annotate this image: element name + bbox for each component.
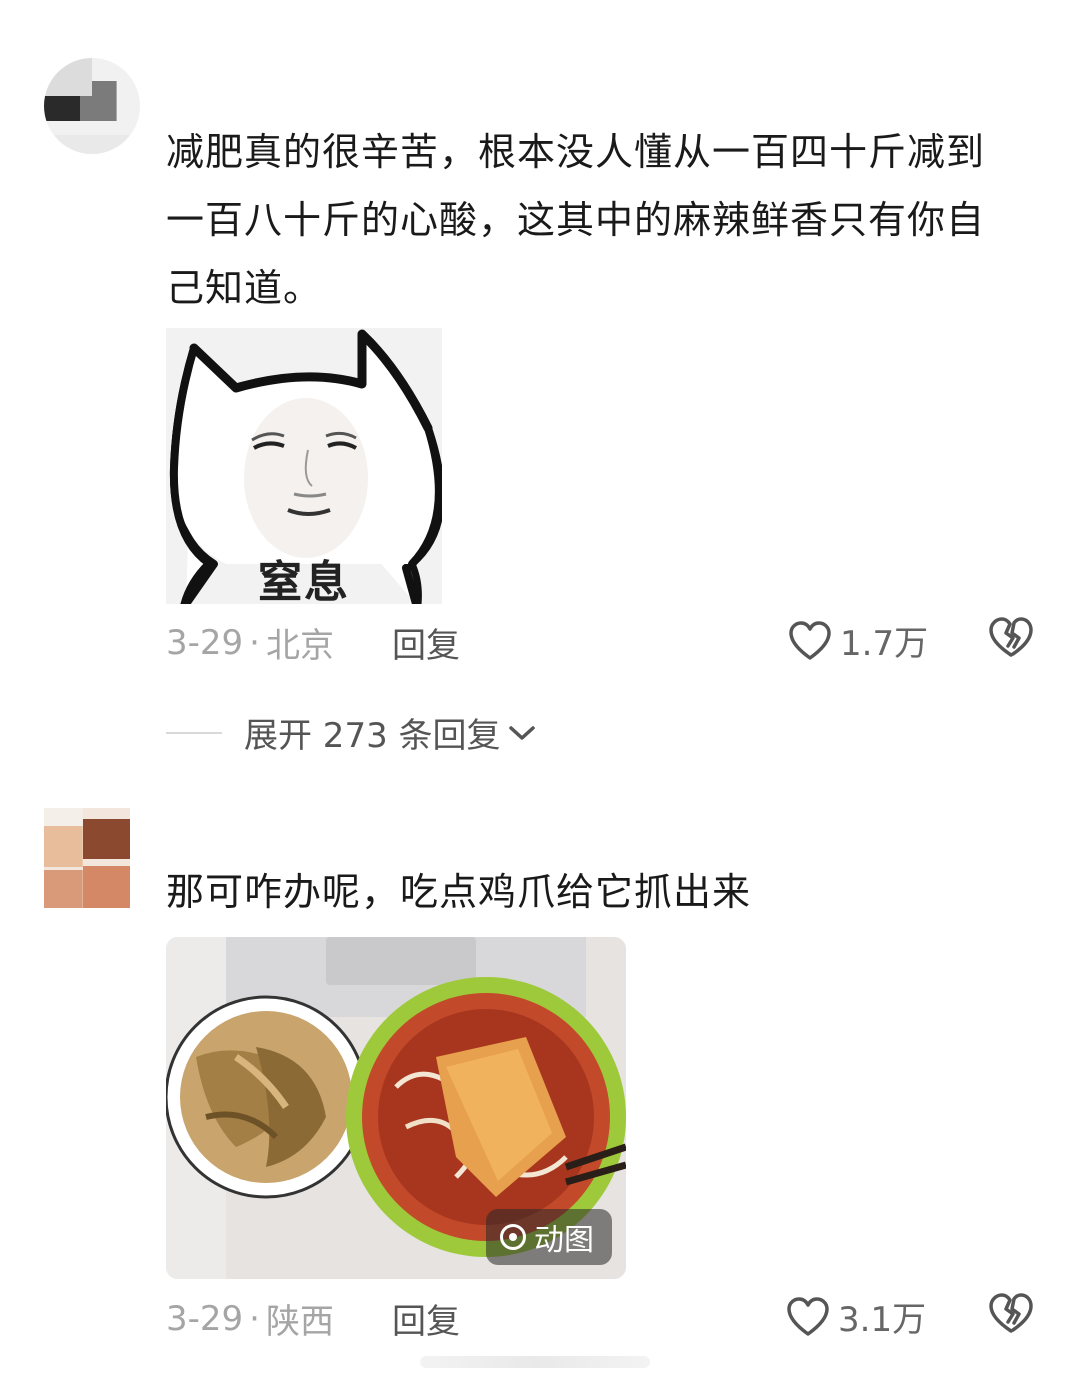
truncated-content-bar — [420, 1356, 650, 1368]
like-button[interactable]: 1.7万 — [788, 616, 928, 665]
comment-text: 减肥真的很辛苦，根本没人懂从一百四十斤减到 一百八十斤的心酸，这其中的麻辣鲜香只… — [166, 118, 1046, 322]
comment-date: 3-29 — [166, 622, 244, 663]
gif-badge-label: 动图 — [534, 1223, 594, 1258]
like-count: 1.7万 — [840, 624, 929, 664]
dislike-button[interactable] — [988, 1292, 1034, 1338]
expand-replies-button[interactable]: 展开 273 条回复 — [244, 708, 537, 757]
comment-text-line: 减肥真的很辛苦，根本没人懂从一百四十斤减到 — [166, 130, 986, 174]
heart-icon — [789, 620, 831, 660]
gif-badge: 动图 — [486, 1209, 612, 1265]
dislike-button[interactable] — [988, 616, 1034, 662]
comment-location: 陕西 — [265, 1302, 334, 1342]
meta-separator-dot: · — [249, 1298, 260, 1339]
meta-separator-dot: · — [249, 622, 260, 663]
broken-heart-icon — [989, 617, 1033, 657]
meme-caption: 窒息 — [258, 557, 350, 604]
broken-heart-icon — [989, 1293, 1033, 1333]
comment-text-line: 那可咋办呢，吃点鸡爪给它抓出来 — [166, 870, 752, 914]
comment-text: 那可咋办呢，吃点鸡爪给它抓出来 — [166, 858, 1046, 926]
reply-button[interactable]: 回复 — [392, 1294, 460, 1343]
gif-icon — [500, 1224, 526, 1250]
comment-location: 北京 — [265, 626, 334, 666]
comment-image-meme[interactable]: 窒息 — [166, 328, 442, 604]
comment-image-gif[interactable]: 动图 — [166, 937, 626, 1279]
comment-text-line: 己知道。 — [166, 266, 323, 310]
comment-meta: 3-29 · 北京 — [166, 618, 334, 667]
comment-date: 3-29 — [166, 1298, 244, 1339]
reply-button[interactable]: 回复 — [392, 618, 460, 667]
comment-text-line: 一百八十斤的心酸，这其中的麻辣鲜香只有你自 — [166, 198, 986, 242]
expand-divider-line — [166, 732, 222, 734]
like-count: 3.1万 — [838, 1300, 927, 1340]
comment-meta: 3-29 · 陕西 — [166, 1294, 334, 1343]
chevron-down-icon — [508, 725, 535, 740]
heart-icon — [787, 1296, 829, 1336]
commenter-avatar[interactable] — [44, 58, 140, 154]
commenter-avatar[interactable] — [44, 808, 130, 908]
expand-replies-label: 展开 273 条回复 — [244, 716, 501, 756]
like-button[interactable]: 3.1万 — [786, 1292, 926, 1341]
